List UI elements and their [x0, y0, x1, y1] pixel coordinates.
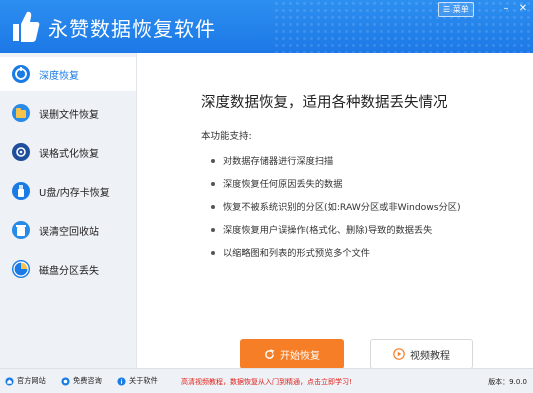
refresh-icon [265, 348, 274, 359]
minimize-icon[interactable]: – [499, 2, 513, 15]
bullet-icon [211, 181, 215, 186]
sidebar-item-label: 深度恢复 [39, 70, 79, 82]
menu-label: 菜单 [452, 5, 469, 14]
thumbs-up-logo-icon [13, 11, 40, 42]
feature-item: 深度恢复用户误操作(格式化、删除)导致的数据丢失 [211, 222, 432, 236]
format-recovery-icon [12, 143, 30, 161]
feature-item: 恢复不被系统识别的分区(如:RAW分区或非Windows分区) [211, 199, 461, 213]
feature-text: 对数据存储器进行深度扫描 [223, 156, 334, 167]
sidebar-item-recycle-bin[interactable]: 误清空回收站 [0, 213, 136, 247]
bullet-icon [211, 227, 215, 232]
status-bar: 官方网站 免费咨询 关于软件 高清视频教程，数据恢复从入门到精通，点击立即学习!… [0, 368, 533, 393]
title-pattern [273, 0, 533, 53]
free-consult-label: 免费咨询 [73, 376, 102, 385]
main-panel: 深度数据恢复，适用各种数据丢失情况 本功能支持: 对数据存储器进行深度扫描 深度… [137, 53, 533, 369]
info-icon [117, 376, 126, 386]
start-recovery-label: 开始恢复 [280, 350, 320, 362]
video-tutorial-button[interactable]: 视频教程 [370, 339, 473, 369]
sidebar-item-label: 误格式化恢复 [39, 148, 99, 160]
about-link[interactable]: 关于软件 [117, 376, 158, 386]
sidebar-item-label: 误删文件恢复 [39, 109, 99, 121]
usb-drive-icon [12, 182, 30, 200]
feature-item: 以缩略图和列表的形式预览多个文件 [211, 245, 370, 259]
start-recovery-button[interactable]: 开始恢复 [240, 339, 344, 369]
deep-recovery-icon [12, 65, 30, 83]
sidebar: 深度恢复 误删文件恢复 误格式化恢复 U盘/内存卡恢复 误清空回收站 磁盘分区丢… [0, 53, 137, 368]
menu-button[interactable]: ☰ 菜单 [438, 2, 474, 17]
app-title: 永赞数据恢复软件 [48, 17, 216, 41]
recycle-bin-icon [12, 221, 30, 239]
promo-link[interactable]: 高清视频教程，数据恢复从入门到精通，点击立即学习! [181, 377, 352, 387]
free-consult-link[interactable]: 免费咨询 [61, 376, 102, 386]
sidebar-item-label: U盘/内存卡恢复 [39, 187, 110, 199]
chat-icon [61, 376, 70, 386]
official-site-label: 官方网站 [17, 376, 46, 385]
play-icon [393, 348, 405, 360]
version-text: 版本：9.0.0 [488, 378, 527, 386]
video-tutorial-label: 视频教程 [410, 350, 450, 362]
close-icon[interactable]: ✕ [516, 2, 530, 15]
feature-text: 深度恢复用户误操作(格式化、删除)导致的数据丢失 [223, 225, 433, 236]
home-icon [5, 376, 14, 386]
sidebar-item-partition-lost[interactable]: 磁盘分区丢失 [0, 252, 136, 286]
sidebar-item-usb-recovery[interactable]: U盘/内存卡恢复 [0, 174, 136, 208]
title-bar: 永赞数据恢复软件 ☰ 菜单 – ✕ [0, 0, 533, 53]
disk-partition-icon [12, 260, 30, 278]
page-title: 深度数据恢复，适用各种数据丢失情况 [201, 95, 448, 111]
bullet-icon [211, 158, 215, 163]
feature-item: 深度恢复任何原因丢失的数据 [211, 176, 342, 190]
feature-item: 对数据存储器进行深度扫描 [211, 153, 333, 167]
support-label: 本功能支持: [201, 131, 252, 142]
feature-text: 以缩略图和列表的形式预览多个文件 [223, 248, 370, 259]
bullet-icon [211, 250, 215, 255]
sidebar-item-deleted-files[interactable]: 误删文件恢复 [0, 96, 136, 130]
feature-text: 恢复不被系统识别的分区(如:RAW分区或非Windows分区) [223, 202, 461, 213]
sidebar-item-deep-recovery[interactable]: 深度恢复 [0, 57, 136, 91]
sidebar-item-label: 误清空回收站 [39, 226, 99, 238]
official-site-link[interactable]: 官方网站 [5, 376, 46, 386]
sidebar-item-format-recovery[interactable]: 误格式化恢复 [0, 135, 136, 169]
sidebar-item-label: 磁盘分区丢失 [39, 265, 99, 277]
about-label: 关于软件 [129, 376, 158, 385]
bullet-icon [211, 204, 215, 209]
deleted-file-icon [12, 104, 30, 122]
feature-text: 深度恢复任何原因丢失的数据 [223, 179, 343, 190]
